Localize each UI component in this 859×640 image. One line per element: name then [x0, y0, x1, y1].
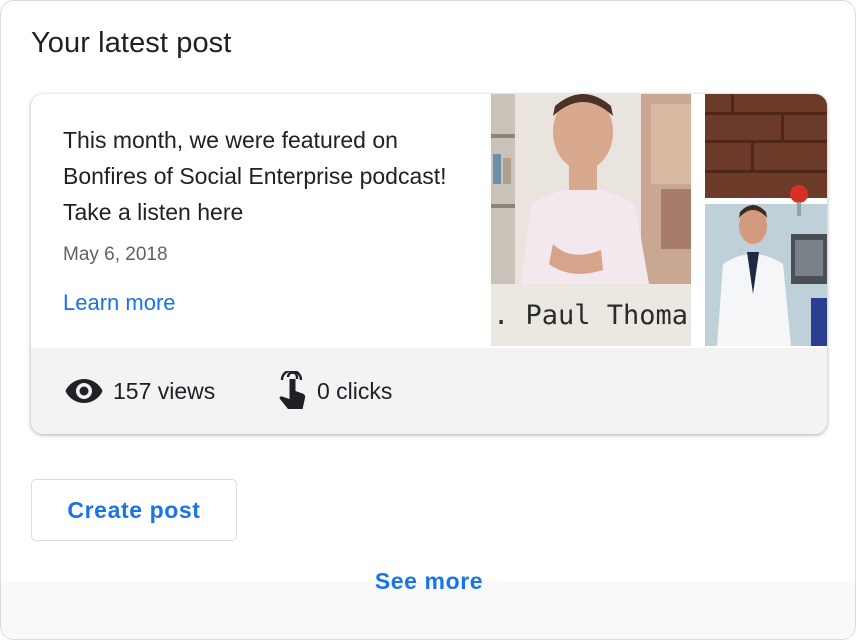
post-card[interactable]: This month, we were featured on Bonfires…	[31, 94, 827, 434]
create-post-button[interactable]: Create post	[31, 479, 237, 541]
post-text: This month, we were featured on Bonfires…	[63, 127, 447, 225]
post-date: May 6, 2018	[63, 244, 168, 265]
post-body: This month, we were featured on Bonfires…	[31, 94, 491, 348]
post-stats-bar: 157 views 0 clicks	[31, 348, 827, 434]
eye-icon	[65, 378, 103, 404]
see-more-link[interactable]: See more	[1, 568, 855, 595]
clicks-stat: 0 clicks	[277, 348, 392, 434]
image-caption-text: . Paul Thomas	[493, 300, 704, 331]
latest-post-panel: Your latest post This month, we were fea…	[0, 0, 856, 640]
section-title: Your latest post	[31, 27, 232, 59]
learn-more-link[interactable]: Learn more	[63, 290, 176, 316]
views-stat: 157 views	[65, 348, 215, 434]
views-count: 157 views	[113, 377, 216, 404]
touch-pointer-icon	[277, 371, 307, 411]
post-image: . Paul Thomas	[491, 94, 827, 346]
clicks-count: 0 clicks	[317, 377, 393, 404]
